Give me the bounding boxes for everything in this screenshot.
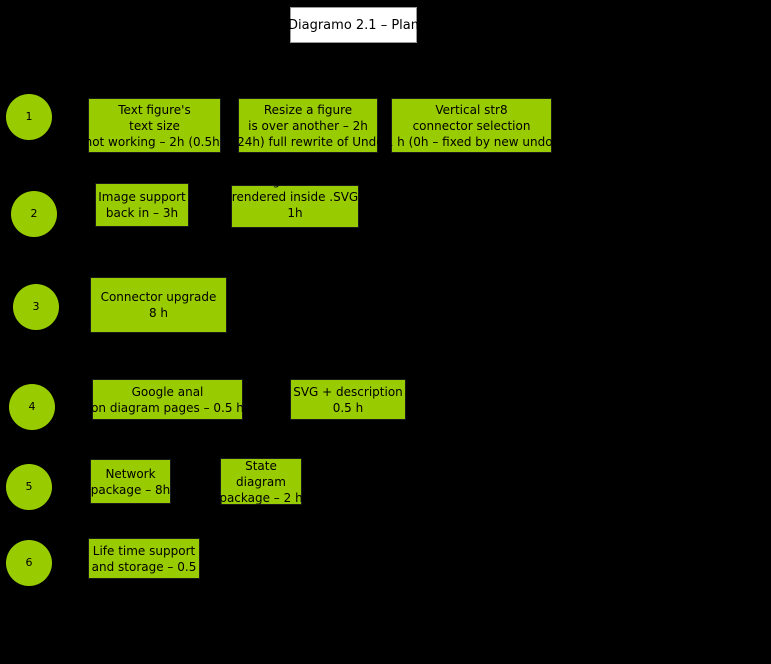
task-box-1-1[interactable]: Text figure's text size not working – 2h… <box>85 98 224 153</box>
task-box-label: Text figure's text size not working – 2h… <box>84 102 225 149</box>
task-box-4-1[interactable]: Google anal on diagram pages – 0.5 h <box>91 379 244 420</box>
task-box-5-1[interactable]: Network package – 8h <box>90 459 171 504</box>
task-box-3-1[interactable]: Connector upgrade 8 h <box>90 277 227 333</box>
row-number-label: 1 <box>25 110 33 123</box>
task-box-4-2[interactable]: SVG + description 0.5 h <box>290 379 406 420</box>
task-box-label: Resize a figure is over another – 2h (24… <box>232 102 384 149</box>
row-number-6[interactable]: 6 <box>6 540 52 586</box>
row-number-label: 2 <box>30 207 38 220</box>
row-number-2[interactable]: 2 <box>11 191 57 237</box>
task-box-label: Image support back in – 3h <box>98 190 186 220</box>
task-box-2-1[interactable]: Image support back in – 3h <box>95 183 189 227</box>
task-box-5-2[interactable]: State diagram package – 2 h <box>219 458 303 505</box>
row-number-5[interactable]: 5 <box>6 464 52 510</box>
task-box-label: State diagram package – 2 h <box>219 458 303 505</box>
task-box-label: Vertical str8 connector selection 1 h (0… <box>385 102 558 149</box>
diagram-canvas: Diagramo 2.1 – Plan 1 Text figure's text… <box>0 0 771 664</box>
row-number-3[interactable]: 3 <box>13 284 59 330</box>
row-number-label: 4 <box>28 400 36 413</box>
task-box-label: SVG + description 0.5 h <box>293 384 403 415</box>
diagram-title-text: Diagramo 2.1 – Plan <box>288 17 419 33</box>
task-box-1-3[interactable]: Vertical str8 connector selection 1 h (0… <box>386 98 557 153</box>
task-box-label: Connector upgrade 8 h <box>100 290 217 320</box>
task-box-6-1[interactable]: Life time support and storage – 0.5 <box>88 538 200 579</box>
task-box-label: Images are not rendered inside .SVG 1h <box>231 173 359 220</box>
row-number-label: 5 <box>25 480 33 493</box>
task-box-2-2[interactable]: Images are not rendered inside .SVG 1h <box>231 174 359 228</box>
row-number-label: 3 <box>32 300 40 313</box>
row-number-1[interactable]: 1 <box>6 94 52 140</box>
row-number-4[interactable]: 4 <box>9 384 55 430</box>
task-box-label: Life time support and storage – 0.5 <box>91 543 197 574</box>
task-box-label: Google anal on diagram pages – 0.5 h <box>91 384 244 415</box>
task-box-1-2[interactable]: Resize a figure is over another – 2h (24… <box>232 98 384 153</box>
task-box-label: Network package – 8h <box>90 466 171 497</box>
row-number-label: 6 <box>25 556 33 569</box>
diagram-title-box[interactable]: Diagramo 2.1 – Plan <box>288 7 419 43</box>
